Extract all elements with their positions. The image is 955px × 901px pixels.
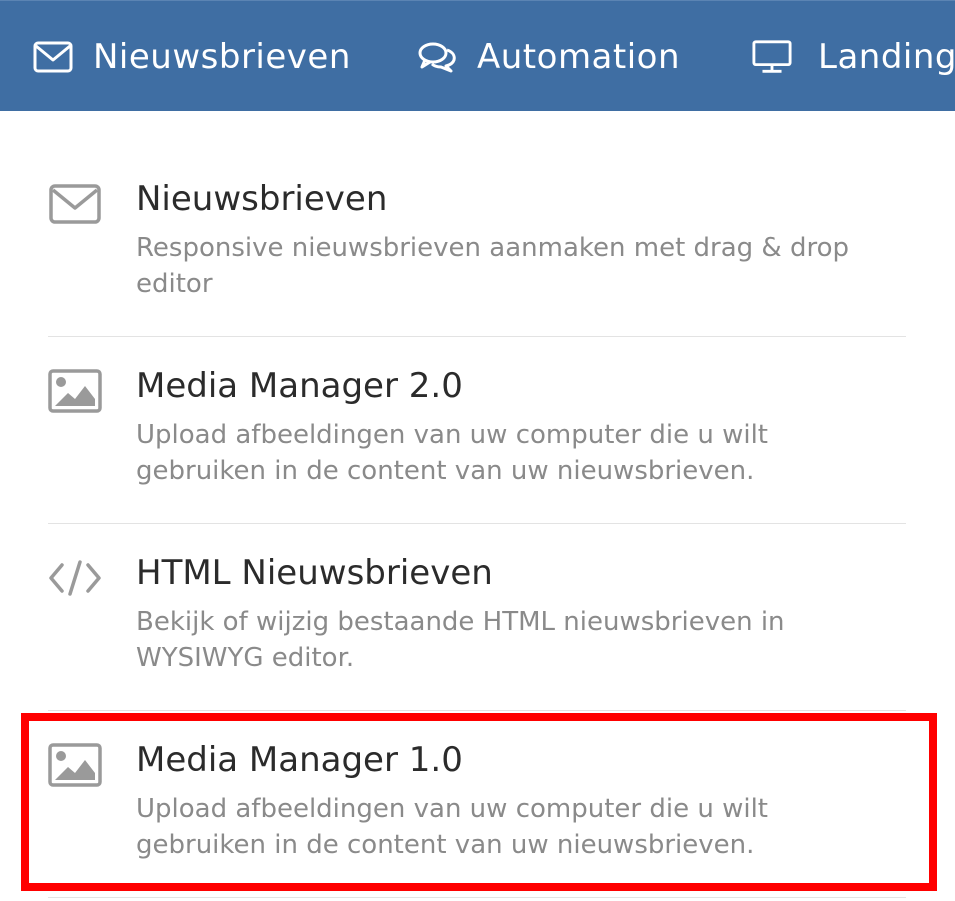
- nav-item-label: Nieuwsbrieven: [93, 36, 351, 77]
- nav-item-nieuwsbrieven[interactable]: Nieuwsbrieven: [33, 1, 351, 111]
- menu-item-media-manager-2[interactable]: Media Manager 2.0 Upload afbeeldingen va…: [48, 337, 906, 524]
- code-icon: [48, 556, 102, 600]
- menu-item-description: Bekijk of wijzig bestaande HTML nieuwsbr…: [136, 607, 785, 673]
- menu-item-html-nieuwsbrieven[interactable]: HTML Nieuwsbrieven Bekijk of wijzig best…: [48, 524, 906, 711]
- menu-item-title: Media Manager 2.0: [136, 366, 463, 406]
- menu-item-description: Upload afbeeldingen van uw computer die …: [136, 794, 768, 860]
- nav-item-automation[interactable]: Automation: [417, 1, 680, 111]
- envelope-icon: [48, 182, 102, 226]
- menu-item-title: Media Manager 1.0: [136, 740, 463, 780]
- top-navigation-bar: Nieuwsbrieven Automation Landing: [0, 0, 955, 111]
- nav-item-label: Landing: [818, 36, 955, 77]
- menu-item-title: HTML Nieuwsbrieven: [136, 553, 493, 593]
- nav-item-landing[interactable]: Landing: [752, 1, 955, 111]
- envelope-icon: [33, 37, 73, 77]
- image-icon: [48, 743, 102, 787]
- menu-item-title: Nieuwsbrieven: [136, 179, 388, 219]
- menu-item-nieuwsbrieven[interactable]: Nieuwsbrieven Responsive nieuwsbrieven a…: [48, 150, 906, 337]
- newsletter-menu: Nieuwsbrieven Responsive nieuwsbrieven a…: [48, 150, 906, 898]
- nav-item-label: Automation: [477, 36, 681, 77]
- chat-bubbles-icon: [417, 37, 457, 77]
- image-icon: [48, 369, 102, 413]
- monitor-icon: [752, 37, 792, 77]
- menu-item-description: Upload afbeeldingen van uw computer die …: [136, 420, 768, 486]
- menu-item-media-manager-1[interactable]: Media Manager 1.0 Upload afbeeldingen va…: [48, 711, 906, 898]
- menu-item-description: Responsive nieuwsbrieven aanmaken met dr…: [136, 233, 849, 299]
